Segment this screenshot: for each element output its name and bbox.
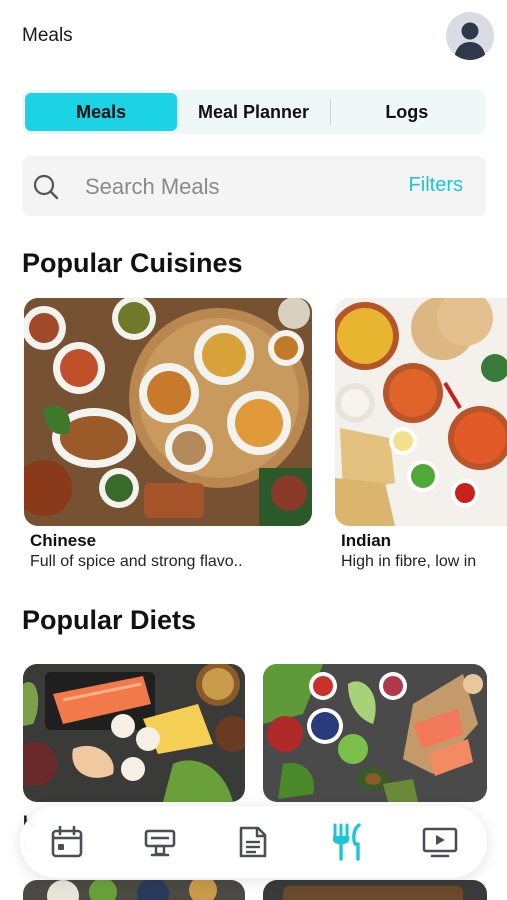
diet-card-next[interactable] bbox=[23, 880, 245, 900]
cuisine-card-indian[interactable] bbox=[335, 298, 507, 526]
cuisine-title: Chinese bbox=[30, 531, 97, 550]
nav-scale[interactable] bbox=[136, 818, 184, 866]
cuisine-subtitle: Full of spice and strong flavo.. bbox=[30, 553, 243, 570]
tab-label: Logs bbox=[385, 101, 429, 122]
salad-photo bbox=[23, 880, 245, 900]
bottom-navigation bbox=[20, 806, 487, 878]
page-title: Meals bbox=[22, 25, 73, 46]
keto-diet-photo bbox=[23, 664, 245, 802]
scale-icon bbox=[144, 829, 176, 857]
filters-button[interactable]: Filters bbox=[409, 174, 463, 197]
video-play-icon bbox=[422, 827, 458, 858]
section-title-diets: Popular Diets bbox=[22, 605, 197, 635]
diet-card-keto[interactable] bbox=[23, 664, 245, 802]
document-icon bbox=[240, 826, 267, 858]
tab-label: Meal Planner bbox=[197, 101, 310, 122]
nav-logs[interactable] bbox=[229, 818, 277, 866]
tab-logs[interactable]: Logs bbox=[331, 93, 483, 131]
healthy-foods-photo bbox=[263, 664, 487, 802]
section-title-cuisines: Popular Cuisines bbox=[22, 248, 243, 278]
search-icon bbox=[33, 174, 59, 200]
tab-label: Meals bbox=[76, 101, 127, 122]
nav-calendar[interactable] bbox=[43, 818, 91, 866]
calendar-icon bbox=[51, 825, 82, 858]
fork-knife-icon bbox=[332, 823, 361, 861]
nav-videos[interactable] bbox=[416, 818, 464, 866]
dish-photo bbox=[263, 880, 487, 900]
app-header: Meals bbox=[0, 0, 507, 72]
user-avatar-icon[interactable] bbox=[446, 12, 494, 60]
cuisine-title: Indian bbox=[341, 531, 392, 550]
search-bar[interactable]: Search Meals Filters bbox=[22, 156, 486, 216]
search-input[interactable]: Search Meals bbox=[85, 174, 220, 200]
cuisine-card-chinese[interactable] bbox=[24, 298, 312, 526]
tab-meal-planner[interactable]: Meal Planner bbox=[177, 93, 329, 131]
indian-food-photo bbox=[335, 298, 507, 526]
cuisine-subtitle: High in fibre, low in bbox=[341, 553, 477, 570]
tab-meals[interactable]: Meals bbox=[25, 93, 178, 131]
diet-card-healthy[interactable] bbox=[263, 664, 487, 802]
nav-meals[interactable] bbox=[323, 818, 371, 866]
diet-card-next-2[interactable] bbox=[263, 880, 487, 900]
meal-tabs: Meals Meal Planner Logs bbox=[22, 90, 486, 134]
chinese-food-photo bbox=[24, 298, 312, 526]
